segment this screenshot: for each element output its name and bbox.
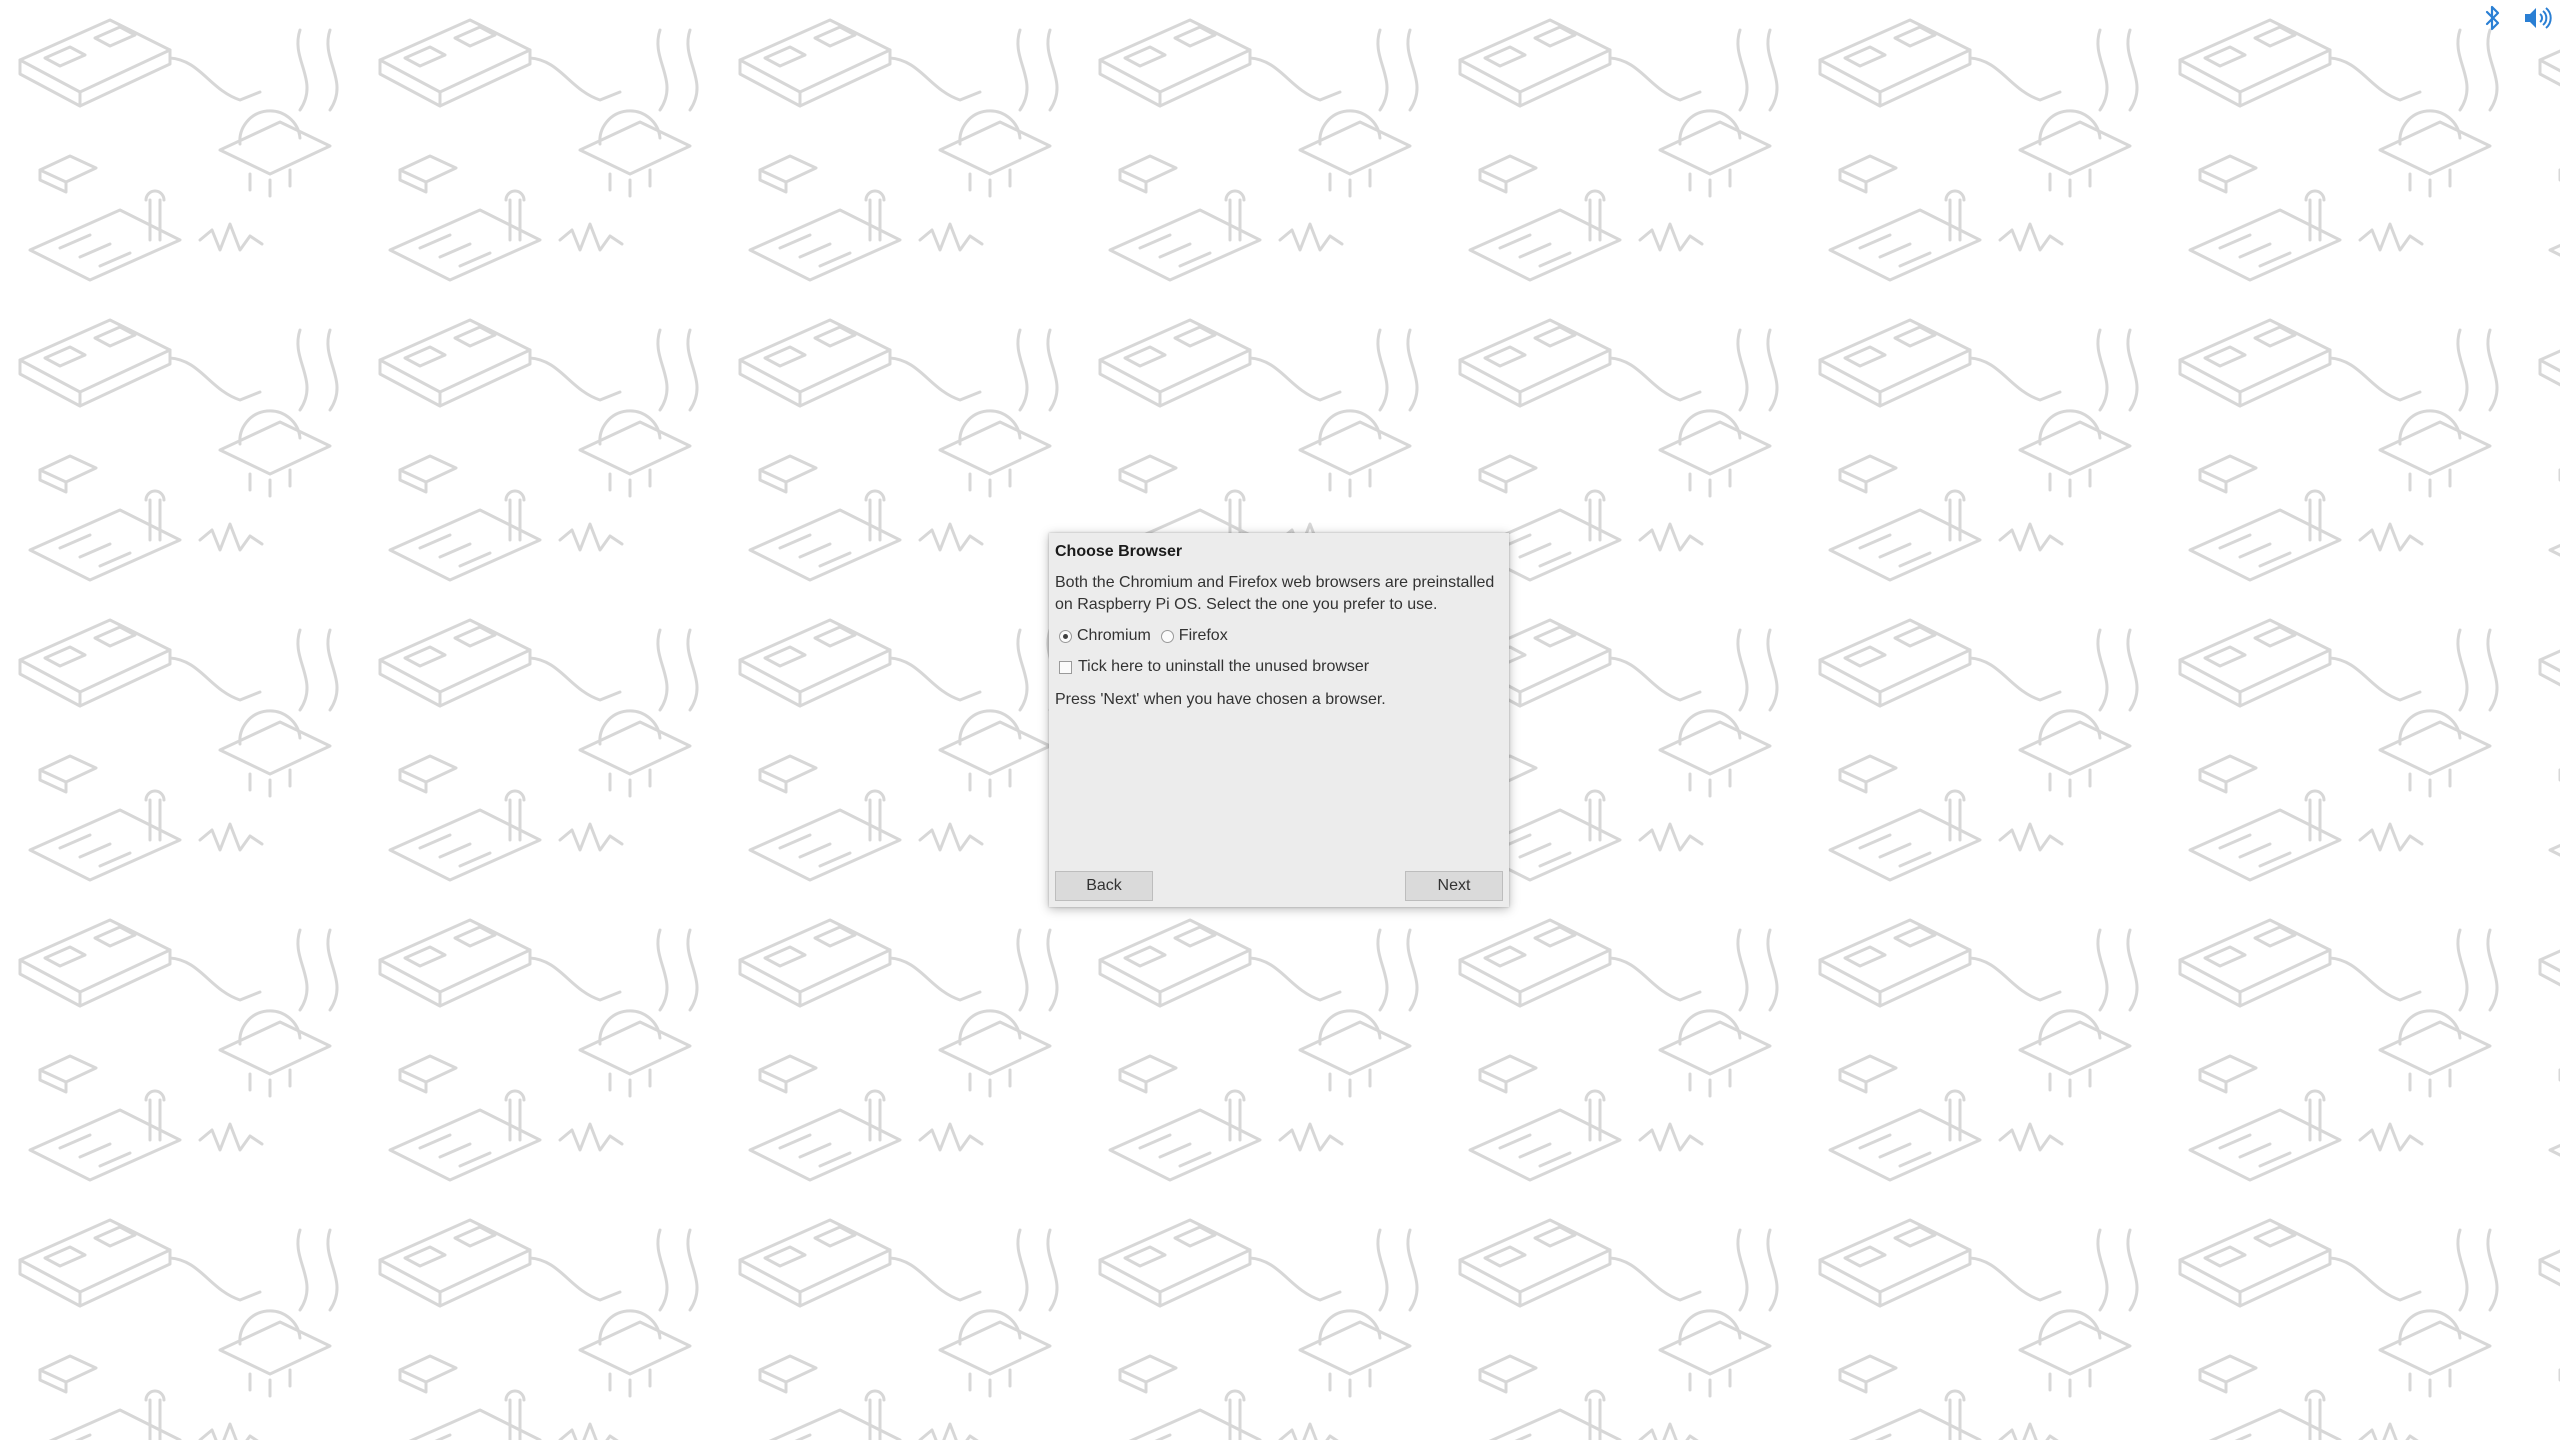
back-button[interactable]: Back xyxy=(1055,871,1153,901)
radio-button-firefox[interactable] xyxy=(1160,629,1174,643)
choose-browser-dialog: Choose Browser Both the Chromium and Fir… xyxy=(1049,533,1509,907)
desktop: Choose Browser Both the Chromium and Fir… xyxy=(0,0,2560,1440)
uninstall-checkbox[interactable] xyxy=(1059,660,1072,674)
browser-radio-group: Chromium Firefox xyxy=(1055,626,1503,646)
instruction-note: Press 'Next' when you have chosen a brow… xyxy=(1055,691,1386,708)
next-button[interactable]: Next xyxy=(1405,871,1503,901)
radio-chromium[interactable]: Chromium xyxy=(1055,627,1151,645)
uninstall-checkbox-label: Tick here to uninstall the unused browse… xyxy=(1078,658,1370,675)
radio-label-firefox: Firefox xyxy=(1178,627,1228,644)
system-tray xyxy=(2476,0,2560,36)
dialog-description: Both the Chromium and Firefox web browse… xyxy=(1055,574,1495,613)
radio-firefox[interactable]: Firefox xyxy=(1157,627,1228,645)
uninstall-checkbox-row[interactable]: Tick here to uninstall the unused browse… xyxy=(1055,657,1503,677)
volume-icon[interactable] xyxy=(2520,1,2554,35)
radio-label-chromium: Chromium xyxy=(1077,627,1151,644)
bluetooth-icon[interactable] xyxy=(2476,1,2510,35)
dialog-title: Choose Browser xyxy=(1055,543,1183,560)
radio-button-chromium[interactable] xyxy=(1059,629,1072,643)
